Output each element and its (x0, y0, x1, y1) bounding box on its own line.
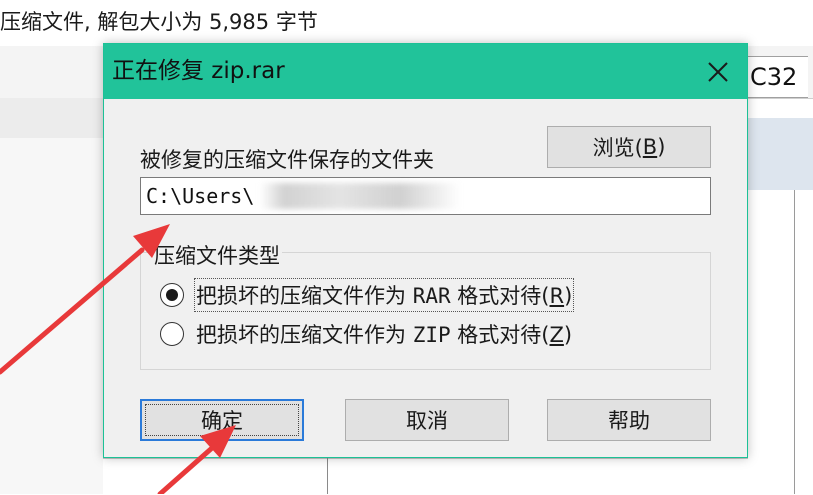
background-left-pane-header (0, 98, 103, 138)
browse-button-label: 浏览( (592, 136, 643, 160)
status-text: 压缩文件, 解包大小为 5,985 字节 (0, 10, 318, 34)
background-list-header (748, 118, 813, 190)
radio-rar-label: 把损坏的压缩文件作为 RAR 格式对待(R) (193, 278, 575, 312)
help-button-label: 帮助 (608, 409, 650, 433)
help-button[interactable]: 帮助 (547, 399, 711, 441)
radio-button-checked[interactable] (160, 283, 184, 307)
radio-treat-as-rar[interactable]: 把损坏的压缩文件作为 RAR 格式对待(R) (160, 278, 575, 312)
close-button[interactable] (689, 44, 747, 99)
browse-button[interactable]: 浏览(B) (547, 126, 711, 168)
focus-ring (145, 404, 299, 436)
cancel-button-label: 取消 (406, 409, 448, 433)
zip-accel: Z (549, 323, 564, 347)
archive-type-legend: 压缩文件类型 (152, 240, 282, 270)
background-divider (794, 190, 795, 494)
redacted-path-blur (260, 183, 460, 209)
browse-accel: B (642, 135, 658, 159)
rar-format: RAR (412, 284, 451, 308)
cancel-button[interactable]: 取消 (345, 399, 509, 441)
dialog-titlebar[interactable]: 正在修复 zip.rar (104, 44, 747, 99)
rar-accel: R (549, 284, 565, 308)
browse-suffix: ) (657, 135, 666, 159)
zip-format: ZIP (412, 323, 451, 347)
dialog-title: 正在修复 zip.rar (112, 58, 285, 84)
folder-label: 被修复的压缩文件保存的文件夹 (140, 148, 434, 172)
ok-button[interactable]: 确定 (140, 399, 304, 441)
radio-treat-as-zip[interactable]: 把损坏的压缩文件作为 ZIP 格式对待(Z) (160, 319, 572, 349)
status-bar: 压缩文件, 解包大小为 5,985 字节 (0, 0, 813, 47)
crc-column-header[interactable]: C32 (745, 56, 808, 98)
background-left-pane (0, 138, 103, 494)
background-bottom-pane (103, 458, 748, 495)
close-icon (708, 61, 728, 82)
radio-dot (166, 289, 178, 301)
folder-path-value: C:\Users\ (146, 184, 255, 208)
background-scroll-edge (327, 458, 328, 494)
repair-dialog: 正在修复 zip.rar 被修复的压缩文件保存的文件夹 浏览(B) C:\Use… (103, 43, 748, 458)
radio-zip-label: 把损坏的压缩文件作为 ZIP 格式对待(Z) (196, 323, 573, 347)
radio-button-unchecked[interactable] (160, 322, 184, 346)
